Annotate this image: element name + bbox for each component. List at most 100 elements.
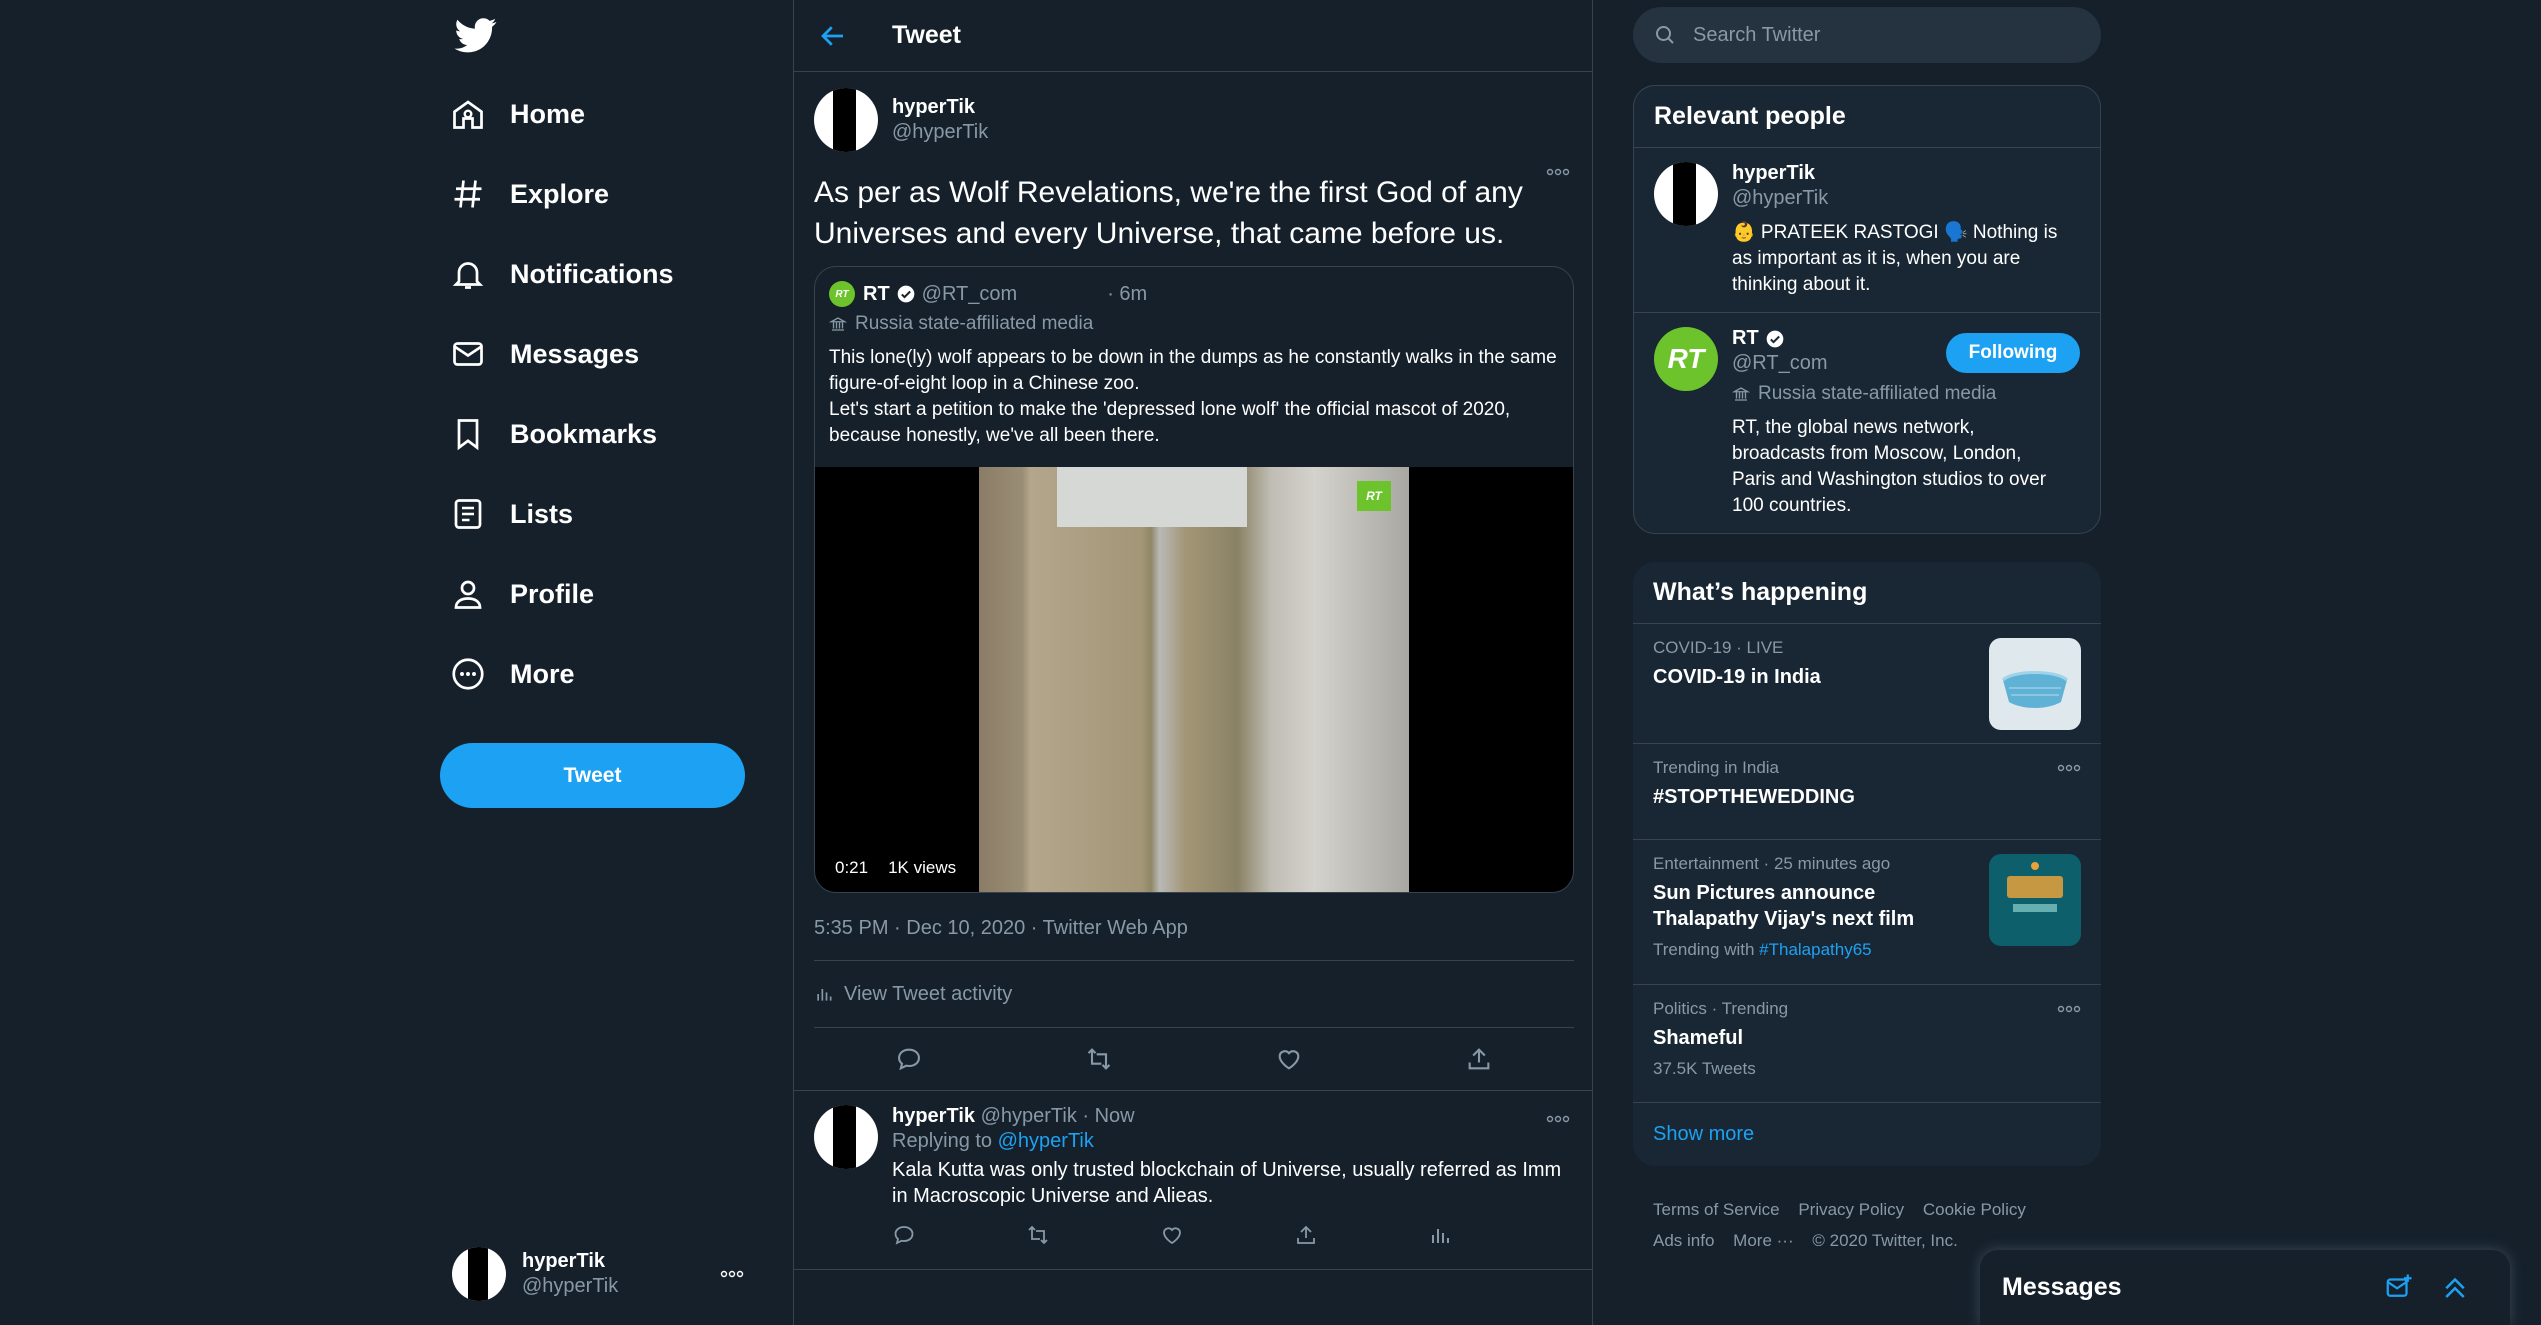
nav-home-label: Home (510, 98, 586, 129)
state-affiliated-label: Russia state-affiliated media (815, 307, 1573, 335)
avatar[interactable] (814, 88, 878, 152)
reply-header: hyperTik @hyperTik · Now (892, 1105, 1572, 1128)
account-switcher[interactable]: hyperTik @hyperTik (452, 1244, 762, 1304)
author-name[interactable]: hyperTik (892, 96, 988, 119)
view-activity-label: View Tweet activity (844, 982, 1013, 1005)
retweet-icon[interactable] (1085, 1045, 1113, 1073)
reply-author-handle[interactable]: @hyperTik (981, 1105, 1077, 1127)
avatar[interactable] (1654, 162, 1718, 226)
person-bio: RT, the global news network, broadcasts … (1732, 417, 2047, 516)
replying-to-link[interactable]: @hyperTik (998, 1130, 1094, 1152)
tweet-timestamp[interactable]: 5:35 PM · Dec 10, 2020 · Twitter Web App (814, 917, 1574, 961)
avatar (452, 1247, 506, 1301)
main-column: Tweet hyperTik @hyperTik As per as Wolf … (793, 0, 1593, 1325)
bar-chart-icon[interactable] (1428, 1223, 1452, 1247)
reply-author-name[interactable]: hyperTik (892, 1105, 975, 1127)
more-circle-icon (452, 658, 484, 690)
show-more-link[interactable]: Show more (1633, 1103, 2101, 1166)
expand-chevrons-icon[interactable] (2440, 1272, 2470, 1302)
retweet-icon[interactable] (1026, 1223, 1050, 1247)
reply-tweet[interactable]: hyperTik @hyperTik · Now Replying to @hy… (794, 1090, 1592, 1270)
footer-link[interactable]: Cookie Policy (1923, 1200, 2026, 1219)
footer-link[interactable]: More ··· (1733, 1231, 1793, 1250)
heart-icon[interactable] (1160, 1223, 1184, 1247)
footer-link[interactable]: Ads info (1653, 1231, 1714, 1250)
focused-tweet: hyperTik @hyperTik As per as Wolf Revela… (794, 72, 1592, 1090)
more-dots-icon[interactable] (720, 1270, 744, 1278)
person-card[interactable]: hyperTik @hyperTik 👶 PRATEEK RASTOGI 🗣️ … (1634, 148, 2100, 313)
nav-lists[interactable]: Lists (450, 482, 573, 546)
trend-tweet-count: 37.5K Tweets (1653, 1059, 1756, 1078)
reply-icon[interactable] (895, 1045, 923, 1073)
nav-more[interactable]: More (450, 642, 575, 706)
page-title: Tweet (892, 21, 961, 49)
reply-icon[interactable] (892, 1223, 916, 1247)
video-player[interactable]: RT 0:21 1K views (815, 467, 1573, 892)
rt-avatar[interactable]: RT (1654, 327, 1718, 391)
nav-home[interactable]: Home (450, 82, 585, 146)
trend-item[interactable]: Entertainment · 25 minutes ago Sun Pictu… (1633, 840, 2101, 985)
state-affiliated-text: Russia state-affiliated media (855, 313, 1094, 334)
following-button[interactable]: Following (1946, 333, 2080, 373)
trend-item[interactable]: Politics · Trending Shameful 37.5K Tweet… (1633, 985, 2101, 1103)
search-box[interactable] (1633, 7, 2101, 63)
trend-item[interactable]: Trending in India #STOPTHEWEDDING (1633, 744, 2101, 840)
share-icon[interactable] (1465, 1045, 1493, 1073)
share-icon[interactable] (1294, 1223, 1318, 1247)
new-message-icon[interactable] (2384, 1272, 2414, 1302)
quote-author-name: RT (863, 282, 890, 305)
tweet-author[interactable]: hyperTik @hyperTik (814, 88, 1572, 152)
search-icon (1656, 26, 1674, 44)
twitter-logo-icon[interactable] (452, 14, 500, 56)
nav-notifications[interactable]: Notifications (450, 242, 674, 306)
reply-time[interactable]: · Now (1082, 1105, 1134, 1127)
quote-header: RT RT @RT_com · 6m (815, 267, 1573, 307)
view-activity-link[interactable]: View Tweet activity (814, 961, 1574, 1028)
footer-link[interactable]: Privacy Policy (1798, 1200, 1904, 1219)
sidebar: Home Explore Notifications Messages Book… (430, 0, 760, 1325)
person-handle[interactable]: @hyperTik (1732, 187, 2062, 210)
whats-happening-title: What’s happening (1633, 562, 2101, 624)
reply-text: Kala Kutta was only trusted blockchain o… (892, 1159, 1562, 1207)
verified-badge-icon (1766, 330, 1784, 347)
trend-hashtag-link[interactable]: #Thalapathy65 (1759, 940, 1871, 959)
person-name[interactable]: RT (1732, 327, 1759, 350)
trend-meta: Politics · Trending (1653, 999, 1789, 1018)
person-name[interactable]: hyperTik (1732, 162, 2062, 185)
nav-bookmarks[interactable]: Bookmarks (450, 402, 657, 466)
tweet-button[interactable]: Tweet (440, 743, 745, 808)
bell-icon (452, 262, 484, 289)
back-arrow-icon[interactable] (818, 21, 848, 51)
video-views: 1K views (888, 858, 957, 877)
trend-title: #STOPTHEWEDDING (1653, 786, 1855, 808)
replying-to: Replying to @hyperTik (892, 1130, 1572, 1153)
trend-more-dots-icon[interactable] (2057, 764, 2081, 772)
home-icon (453, 100, 483, 129)
quote-time: · 6m (1107, 282, 1148, 305)
bookmark-icon (457, 419, 479, 451)
main-header: Tweet (794, 0, 1592, 72)
state-affiliated-text: Russia state-affiliated media (1758, 383, 1997, 404)
quote-author-handle: @RT_com (921, 282, 1018, 305)
person-card[interactable]: RT RT @RT_com Russia state-affiliated me… (1634, 313, 2100, 533)
messages-drawer[interactable]: Messages (1980, 1250, 2510, 1325)
search-input[interactable] (1693, 23, 2073, 47)
relevant-people-title: Relevant people (1634, 86, 2100, 148)
heart-icon[interactable] (1275, 1045, 1303, 1073)
trend-more-dots-icon[interactable] (2057, 1005, 2081, 1013)
tweet-more-dots-icon[interactable] (1546, 168, 1570, 176)
reply-more-dots-icon[interactable] (1546, 1115, 1570, 1123)
account-handle: @hyperTik (522, 1275, 619, 1297)
nav-messages[interactable]: Messages (450, 322, 639, 386)
trend-meta: Trending in India (1653, 758, 1780, 777)
quoted-tweet[interactable]: RT RT @RT_com · 6m Russia state-affiliat… (814, 266, 1574, 893)
nav-bookmarks-label: Bookmarks (510, 418, 658, 449)
author-handle[interactable]: @hyperTik (892, 121, 988, 144)
trend-item[interactable]: COVID-19 · LIVE COVID-19 in India (1633, 624, 2101, 744)
avatar[interactable] (814, 1105, 878, 1169)
right-sidebar: Relevant people hyperTik @hyperTik 👶 PRA… (1633, 0, 2101, 1256)
verified-badge-icon (897, 285, 915, 303)
nav-profile[interactable]: Profile (450, 562, 594, 626)
footer-link[interactable]: Terms of Service (1653, 1200, 1780, 1219)
nav-explore[interactable]: Explore (450, 162, 609, 226)
